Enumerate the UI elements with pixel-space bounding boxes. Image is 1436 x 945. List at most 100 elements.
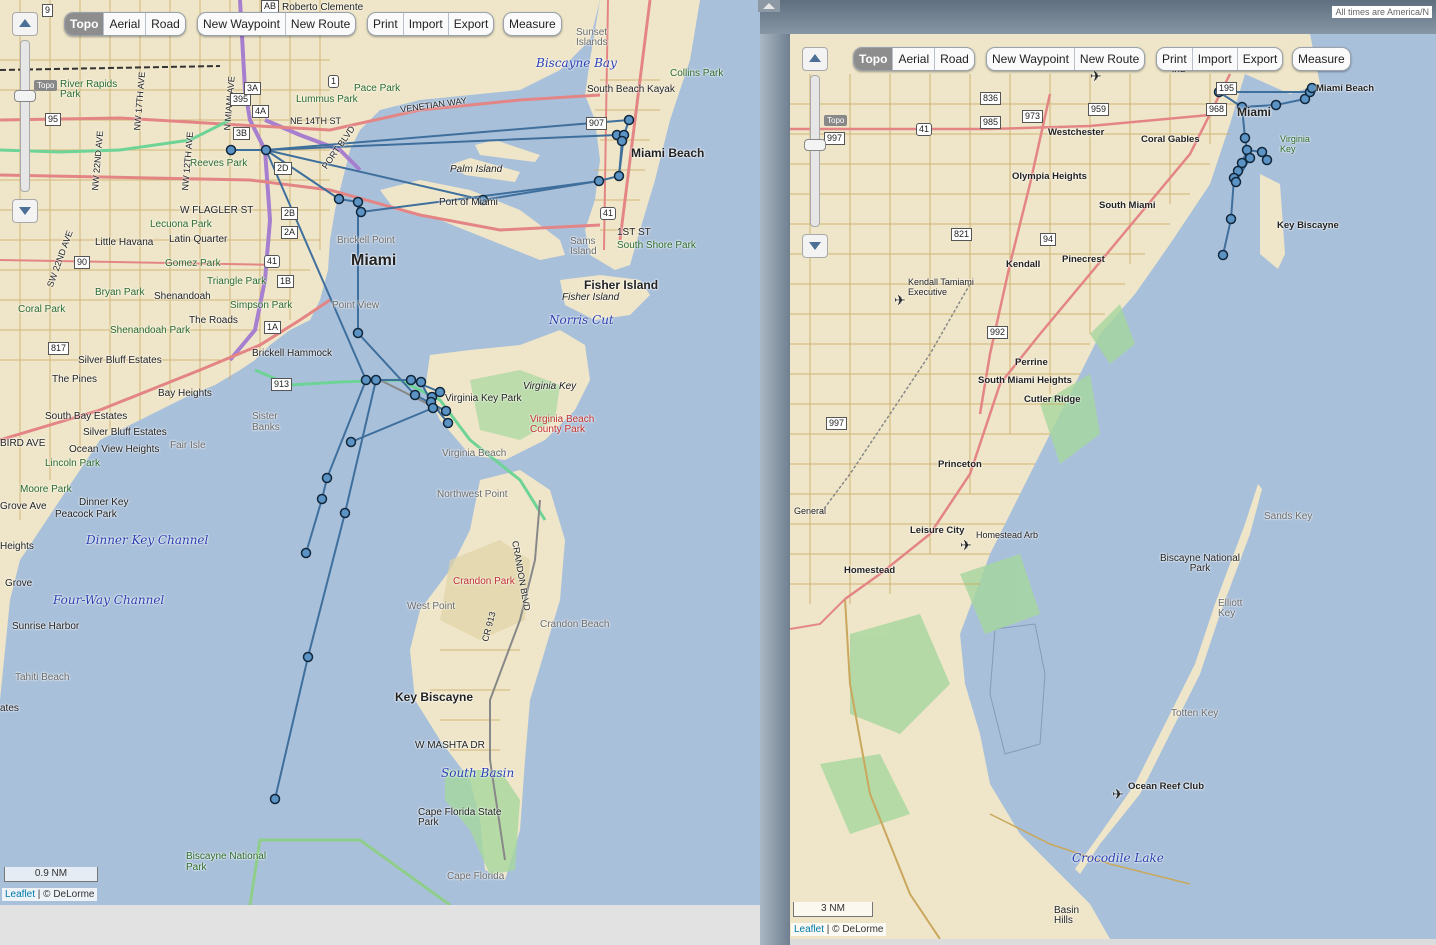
waypoint-marker[interactable] (613, 170, 625, 182)
left-zoom-tooltip: Topo (34, 80, 58, 91)
right-leaflet-link[interactable]: Leaflet (794, 924, 824, 935)
left-zoom-in-button[interactable] (12, 12, 38, 36)
waypoint-marker[interactable] (352, 196, 364, 208)
waypoint-marker[interactable] (442, 417, 454, 429)
waypoint-marker[interactable] (415, 376, 427, 388)
shield-r-992: 992 (987, 326, 1009, 339)
waypoint-marker[interactable] (333, 193, 345, 205)
left-layer-topo-button[interactable]: Topo (65, 13, 105, 35)
track-segment[interactable] (265, 149, 600, 202)
right-export-button[interactable]: Export (1238, 48, 1283, 70)
right-layer-road-button[interactable]: Road (935, 48, 974, 70)
label-moore-park: Moore Park (20, 484, 72, 495)
track-segment[interactable] (274, 379, 377, 800)
right-zoom-control: Topo (802, 47, 848, 259)
label-virginia-key-park: Virginia Key Park (445, 393, 522, 404)
shield-r-195: 195 (1216, 82, 1238, 95)
waypoint-marker[interactable] (1225, 213, 1237, 225)
left-export-button[interactable]: Export (449, 13, 494, 35)
left-zoom-out-button[interactable] (12, 199, 38, 223)
label-w-mashta-dr: W MASHTA DR (415, 740, 485, 751)
label-triangle-park: Triangle Park (207, 276, 267, 287)
shield-r-94: 94 (1040, 233, 1057, 246)
waypoint-marker[interactable] (440, 405, 452, 417)
shield-3b: 3B (233, 127, 251, 140)
label-r-general: General (794, 506, 827, 516)
waypoint-marker[interactable] (225, 144, 237, 156)
label-shenandoah: Shenandoah (154, 291, 211, 302)
waypoint-marker[interactable] (427, 402, 439, 414)
left-zoom-handle[interactable] (14, 90, 36, 102)
right-new-route-button[interactable]: New Route (1075, 48, 1144, 70)
left-layer-aerial-button[interactable]: Aerial (104, 13, 147, 35)
waypoint-marker[interactable] (300, 547, 312, 559)
waypoint-marker[interactable] (593, 175, 605, 187)
shield-9: 9 (42, 4, 54, 17)
label-r-olympia-heights: Olympia Heights (1012, 171, 1087, 182)
waypoint-marker[interactable] (616, 135, 628, 147)
right-zoom-out-button[interactable] (802, 234, 828, 258)
waypoint-marker[interactable] (1239, 132, 1251, 144)
waypoint-marker[interactable] (370, 374, 382, 386)
waypoint-marker[interactable] (355, 206, 367, 218)
waypoint-marker[interactable] (623, 114, 635, 126)
left-leaflet-link[interactable]: Leaflet (5, 889, 35, 900)
waypoint-marker[interactable] (345, 436, 357, 448)
times-note: All times are America/N (1332, 6, 1432, 18)
waypoint-marker[interactable] (352, 327, 364, 339)
waypoint-marker[interactable] (316, 493, 328, 505)
waypoint-marker[interactable] (360, 374, 372, 386)
shield-1b: 1B (277, 275, 295, 288)
label-the-roads: The Roads (189, 315, 238, 326)
right-attribution: Leaflet | © DeLorme (791, 923, 887, 936)
waypoint-marker[interactable] (339, 507, 351, 519)
left-zoom-track[interactable] (20, 40, 30, 192)
right-layer-aerial-button[interactable]: Aerial (893, 48, 936, 70)
track-segment[interactable] (618, 119, 630, 177)
right-import-button[interactable]: Import (1193, 48, 1238, 70)
waypoint-marker[interactable] (405, 374, 417, 386)
waypoint-marker[interactable] (409, 389, 421, 401)
waypoint-marker[interactable] (1270, 99, 1282, 111)
right-print-button[interactable]: Print (1157, 48, 1193, 70)
right-file-toolbar: Print Import Export (1156, 47, 1284, 71)
left-print-button[interactable]: Print (368, 13, 404, 35)
left-new-waypoint-button[interactable]: New Waypoint (198, 13, 286, 35)
waypoint-marker[interactable] (321, 472, 333, 484)
shield-r-968: 968 (1206, 103, 1228, 116)
track-segment[interactable] (265, 134, 618, 151)
waypoint-marker[interactable] (1230, 176, 1242, 188)
collapse-panel-button[interactable] (758, 0, 780, 12)
right-new-waypoint-button[interactable]: New Waypoint (987, 48, 1075, 70)
track-segment[interactable] (305, 379, 367, 554)
shield-us41-beach: 41 (600, 207, 617, 220)
right-measure-button[interactable]: Measure (1293, 48, 1350, 70)
waypoint-marker[interactable] (302, 651, 314, 663)
right-layer-topo-button[interactable]: Topo (854, 48, 894, 70)
left-import-button[interactable]: Import (404, 13, 449, 35)
right-zoom-track[interactable] (810, 75, 820, 227)
waypoint-marker[interactable] (260, 144, 272, 156)
right-zoom-handle[interactable] (804, 139, 826, 151)
shield-r-985: 985 (980, 116, 1002, 129)
shield-us1: 1 (328, 75, 340, 88)
left-new-route-button[interactable]: New Route (286, 13, 355, 35)
label-miami: Miami (351, 252, 397, 269)
waypoint-marker[interactable] (434, 386, 446, 398)
right-map[interactable]: Miami Beach Miami Westchester Coral Gabl… (790, 34, 1436, 939)
track-segment[interactable] (350, 407, 434, 443)
label-shenandoah-park: Shenandoah Park (110, 325, 191, 336)
label-four-way-channel: Four-Way Channel (53, 593, 165, 607)
airport-icon: ✈ (894, 292, 906, 308)
label-r-key-biscayne: Key Biscayne (1277, 220, 1339, 231)
waypoint-marker[interactable] (1217, 249, 1229, 261)
right-zoom-in-button[interactable] (802, 47, 828, 71)
left-measure-button[interactable]: Measure (504, 13, 561, 35)
left-edit-toolbar: New Waypoint New Route (197, 12, 357, 36)
waypoint-marker[interactable] (1261, 154, 1273, 166)
shield-4a: 4A (252, 105, 270, 118)
left-map[interactable]: Miami Miami Beach Fisher Island Fisher I… (0, 0, 760, 905)
waypoint-marker[interactable] (269, 793, 281, 805)
left-layer-road-button[interactable]: Road (146, 13, 185, 35)
label-vk-beach-county-park: Virginia Beach County Park (530, 414, 595, 435)
